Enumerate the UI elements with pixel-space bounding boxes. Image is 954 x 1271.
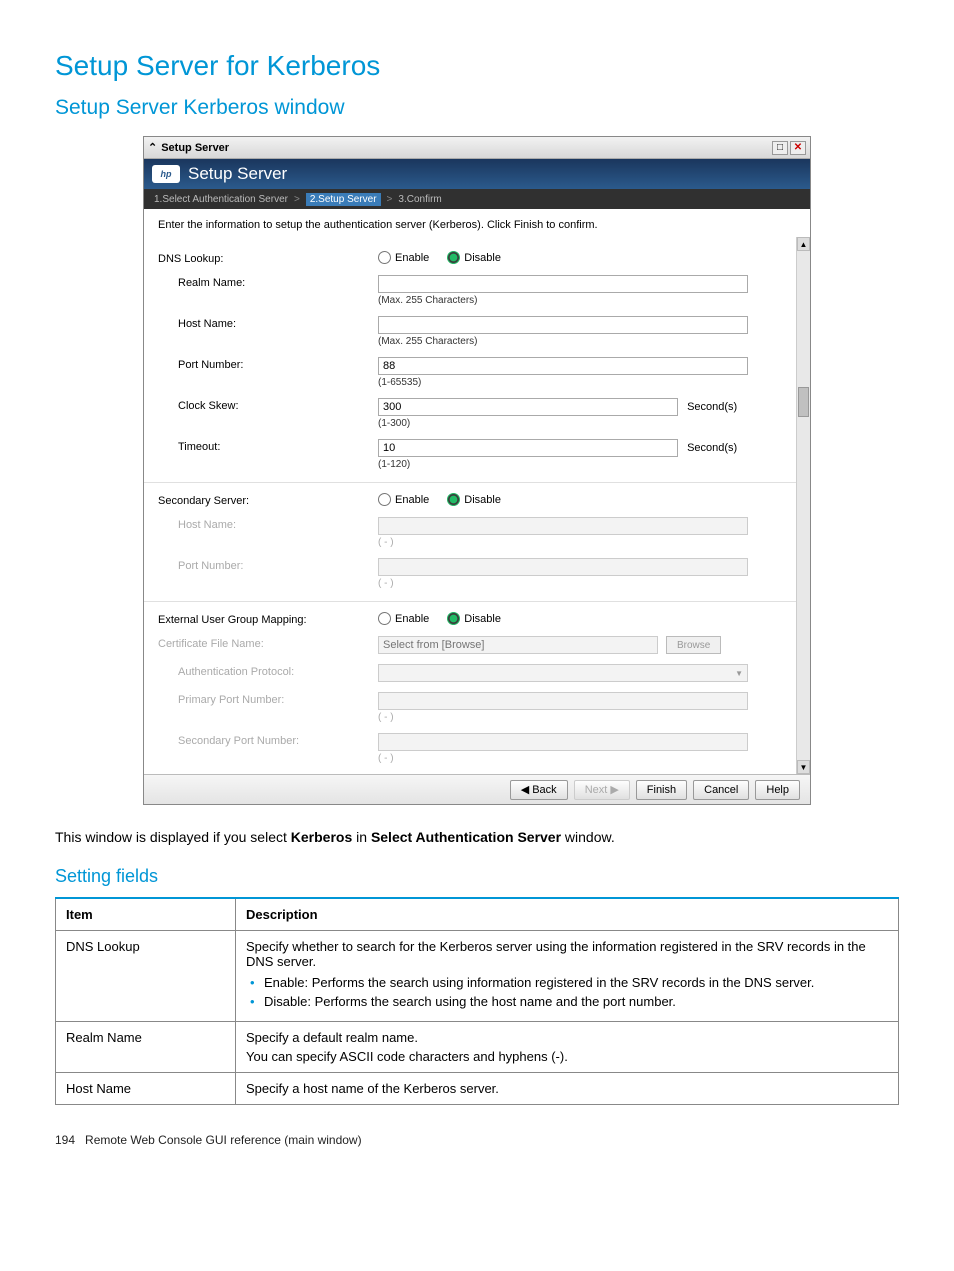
caption-text: This window is displayed if you select K… — [55, 827, 899, 848]
secondary-disable-radio[interactable]: Disable — [447, 493, 501, 506]
chevron-right-icon: > — [294, 194, 300, 205]
host-name-label: Host Name: — [158, 316, 378, 330]
triangle-left-icon: ◀ — [521, 783, 529, 796]
cell-item: DNS Lookup — [56, 931, 236, 1022]
wizard-steps: 1.Select Authentication Server > 2.Setup… — [144, 189, 810, 209]
host-hint: (Max. 255 Characters) — [378, 336, 778, 347]
secondary-port-label: Port Number: — [158, 558, 378, 572]
page-footer: 194 Remote Web Console GUI reference (ma… — [55, 1133, 899, 1147]
realm-name-label: Realm Name: — [158, 275, 378, 289]
secondary-port-number-label: Secondary Port Number: — [158, 733, 378, 747]
secondary-port-number-hint: ( - ) — [378, 753, 778, 764]
auth-protocol-label: Authentication Protocol: — [158, 664, 378, 678]
page-subtitle: Setup Server Kerberos window — [55, 96, 899, 120]
cell-desc: Specify whether to search for the Kerber… — [236, 931, 899, 1022]
secondary-host-input — [378, 517, 748, 535]
triangle-right-icon: ▶ — [610, 783, 618, 796]
dns-enable-radio[interactable]: Enable — [378, 251, 429, 264]
timeout-hint: (1-120) — [378, 459, 778, 470]
scrollbar[interactable]: ▲ ▼ — [796, 237, 810, 774]
page-number: 194 — [55, 1133, 75, 1147]
collapse-icon[interactable]: ⌃ — [148, 141, 157, 154]
cell-desc: Specify a default realm name. You can sp… — [236, 1022, 899, 1073]
table-row: DNS Lookup Specify whether to search for… — [56, 931, 899, 1022]
wizard-step-2[interactable]: 2.Setup Server — [306, 193, 381, 206]
group-mapping-disable-radio[interactable]: Disable — [447, 612, 501, 625]
certificate-file-label: Certificate File Name: — [158, 636, 378, 650]
group-mapping-enable-radio[interactable]: Enable — [378, 612, 429, 625]
dns-disable-radio[interactable]: Disable — [447, 251, 501, 264]
certificate-file-input — [378, 636, 658, 654]
secondary-port-hint: ( - ) — [378, 578, 778, 589]
primary-port-input — [378, 692, 748, 710]
timeout-input[interactable] — [378, 439, 678, 457]
primary-port-hint: ( - ) — [378, 712, 778, 723]
secondary-host-hint: ( - ) — [378, 537, 778, 548]
secondary-host-label: Host Name: — [158, 517, 378, 531]
cell-desc: Specify a host name of the Kerberos serv… — [236, 1073, 899, 1105]
timeout-label: Timeout: — [158, 439, 378, 453]
window-titlebar: ⌃ Setup Server □ ✕ — [144, 137, 810, 159]
close-button[interactable]: ✕ — [790, 141, 806, 155]
back-button[interactable]: ◀Back — [510, 780, 568, 800]
wizard-footer: ◀Back Next▶ Finish Cancel Help — [144, 774, 810, 804]
instruction-text: Enter the information to setup the authe… — [144, 209, 810, 237]
chevron-right-icon: > — [387, 194, 393, 205]
port-number-label: Port Number: — [158, 357, 378, 371]
footer-text: Remote Web Console GUI reference (main w… — [85, 1133, 362, 1147]
port-hint: (1-65535) — [378, 377, 778, 388]
secondary-server-label: Secondary Server: — [158, 493, 378, 507]
realm-hint: (Max. 255 Characters) — [378, 295, 778, 306]
settings-table: Item Description DNS Lookup Specify whet… — [55, 897, 899, 1105]
wizard-step-3[interactable]: 3.Confirm — [398, 194, 441, 205]
primary-port-label: Primary Port Number: — [158, 692, 378, 706]
help-button[interactable]: Help — [755, 780, 800, 800]
table-row: Realm Name Specify a default realm name.… — [56, 1022, 899, 1073]
secondary-enable-radio[interactable]: Enable — [378, 493, 429, 506]
th-description: Description — [236, 898, 899, 931]
cell-item: Realm Name — [56, 1022, 236, 1073]
table-row: Host Name Specify a host name of the Ker… — [56, 1073, 899, 1105]
browse-button: Browse — [666, 636, 721, 654]
clock-skew-unit: Second(s) — [687, 401, 737, 413]
banner-title: Setup Server — [188, 164, 287, 184]
group-mapping-label: External User Group Mapping: — [158, 612, 378, 626]
form-area: ▲ ▼ DNS Lookup: Enable Disable Realm Nam… — [144, 237, 810, 774]
page-title: Setup Server for Kerberos — [55, 50, 899, 82]
dns-lookup-label: DNS Lookup: — [158, 251, 378, 265]
secondary-port-number-input — [378, 733, 748, 751]
chevron-down-icon: ▼ — [735, 669, 743, 678]
setting-fields-heading: Setting fields — [55, 866, 899, 887]
window-title: Setup Server — [161, 142, 229, 154]
secondary-port-input — [378, 558, 748, 576]
banner: hp Setup Server — [144, 159, 810, 189]
cancel-button[interactable]: Cancel — [693, 780, 749, 800]
port-number-input[interactable] — [378, 357, 748, 375]
scroll-down-icon[interactable]: ▼ — [797, 760, 810, 774]
auth-protocol-select: ▼ — [378, 664, 748, 682]
cell-item: Host Name — [56, 1073, 236, 1105]
clock-skew-input[interactable] — [378, 398, 678, 416]
hp-logo-icon: hp — [152, 165, 180, 183]
scroll-thumb[interactable] — [798, 387, 809, 417]
host-name-input[interactable] — [378, 316, 748, 334]
scroll-up-icon[interactable]: ▲ — [797, 237, 810, 251]
wizard-step-1[interactable]: 1.Select Authentication Server — [154, 194, 288, 205]
timeout-unit: Second(s) — [687, 442, 737, 454]
realm-name-input[interactable] — [378, 275, 748, 293]
list-item: Disable: Performs the search using the h… — [250, 994, 888, 1009]
maximize-button[interactable]: □ — [772, 141, 788, 155]
th-item: Item — [56, 898, 236, 931]
finish-button[interactable]: Finish — [636, 780, 687, 800]
clock-skew-label: Clock Skew: — [158, 398, 378, 412]
setup-server-window: ⌃ Setup Server □ ✕ hp Setup Server 1.Sel… — [143, 136, 811, 805]
next-button: Next▶ — [574, 780, 630, 800]
list-item: Enable: Performs the search using inform… — [250, 975, 888, 990]
clock-hint: (1-300) — [378, 418, 778, 429]
